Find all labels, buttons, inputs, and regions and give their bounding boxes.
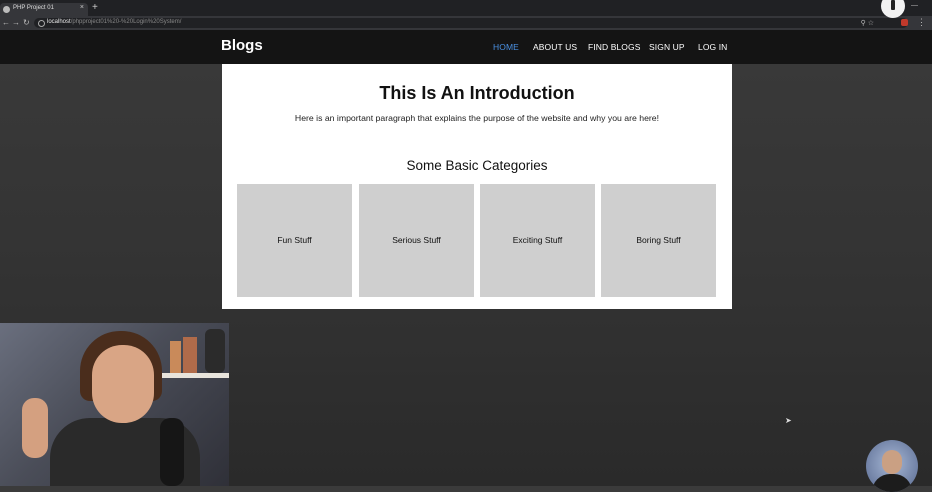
forward-arrow-icon[interactable]: →: [12, 18, 20, 27]
microphone: [160, 418, 184, 486]
book-decoration: [183, 337, 197, 373]
nav-find-blogs[interactable]: FIND BLOGS: [588, 42, 640, 52]
zoom-and-star-icons[interactable]: ⚲ ☆: [861, 19, 874, 27]
category-boring-stuff[interactable]: Boring Stuff: [601, 184, 716, 297]
url-text: localhost/phpproject01%20-%20Login%20Sys…: [47, 19, 181, 25]
nav-about-us[interactable]: ABOUT US: [533, 42, 577, 52]
category-serious-stuff[interactable]: Serious Stuff: [359, 184, 474, 297]
url-path: /phpproject01%20-%20Login%20System/: [70, 19, 182, 25]
category-label: Fun Stuff: [277, 235, 312, 245]
main-content-card: This Is An Introduction Here is an impor…: [222, 64, 732, 309]
new-tab-icon[interactable]: +: [92, 3, 98, 13]
category-fun-stuff[interactable]: Fun Stuff: [237, 184, 352, 297]
back-arrow-icon[interactable]: ←: [2, 18, 10, 27]
presenter-face: [92, 345, 154, 423]
info-icon[interactable]: [38, 20, 45, 27]
site-brand[interactable]: Blogs: [221, 37, 263, 54]
extension-icon[interactable]: [901, 19, 908, 26]
category-label: Exciting Stuff: [512, 235, 563, 245]
intro-paragraph: Here is an important paragraph that expl…: [294, 113, 660, 123]
lamp-decoration: [205, 329, 225, 373]
tab-title: PHP Project 01: [13, 5, 54, 11]
address-bar[interactable]: localhost/phpproject01%20-%20Login%20Sys…: [34, 18, 908, 28]
url-host: localhost: [47, 19, 71, 25]
nav-sign-up[interactable]: SIGN UP: [649, 42, 685, 52]
category-label: Serious Stuff: [392, 235, 441, 245]
nav-home[interactable]: HOME: [493, 42, 519, 52]
categories-heading: Some Basic Categories: [406, 158, 548, 173]
nav-log-in[interactable]: LOG IN: [698, 42, 727, 52]
shelf-decoration: [160, 373, 229, 378]
presenter-hand: [22, 398, 48, 458]
mouse-cursor-icon: ➤: [785, 416, 792, 425]
site-navbar: Blogs HOME ABOUT US FIND BLOGS SIGN UP L…: [0, 30, 932, 64]
menu-icon[interactable]: ⋮: [917, 17, 926, 28]
favicon-icon: [3, 6, 10, 13]
category-exciting-stuff[interactable]: Exciting Stuff: [480, 184, 595, 297]
browser-toolbar: ← → ↻ localhost/phpproject01%20-%20Login…: [0, 16, 932, 30]
presenter-avatar-cam: [866, 440, 918, 492]
browser-tab-strip: PHP Project 01 × + —: [0, 0, 932, 16]
reload-icon[interactable]: ↻: [23, 18, 30, 27]
browser-tab[interactable]: PHP Project 01 ×: [0, 3, 88, 16]
page-title: This Is An Introduction: [379, 83, 575, 103]
close-icon[interactable]: ×: [80, 4, 84, 11]
category-label: Boring Stuff: [636, 235, 681, 245]
book-decoration: [170, 341, 181, 373]
presenter-webcam: [0, 323, 229, 486]
minimize-icon[interactable]: —: [911, 2, 918, 9]
